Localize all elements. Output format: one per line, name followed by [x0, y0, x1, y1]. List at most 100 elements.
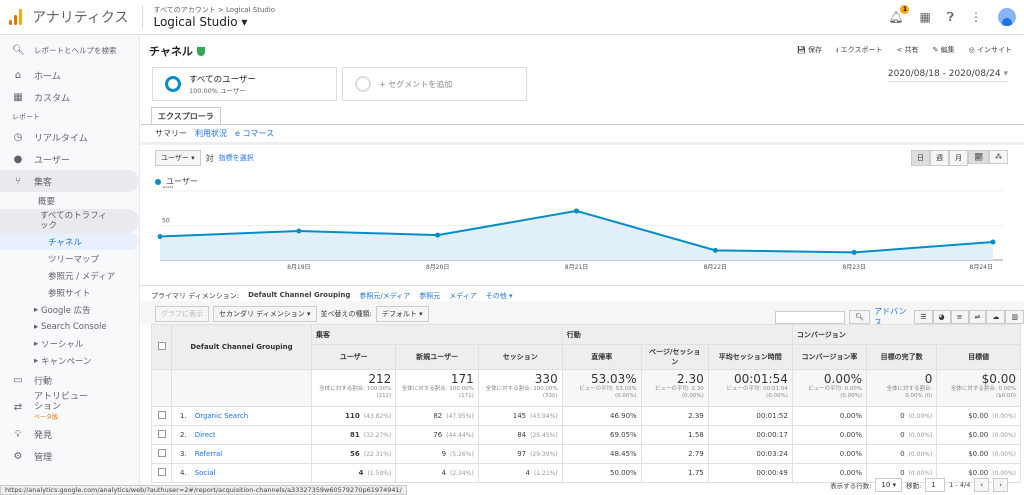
channel-link[interactable]: Direct: [195, 431, 216, 439]
pie-view-icon[interactable]: ◕: [932, 310, 951, 324]
column-header[interactable]: コンバージョン率: [791, 344, 868, 370]
sidebar-overview[interactable]: 概要: [0, 192, 139, 209]
goto-input[interactable]: 1: [925, 478, 946, 492]
sidebar-treemap[interactable]: ツリーマップ: [0, 250, 139, 267]
channel-link[interactable]: Social: [195, 469, 216, 477]
sidebar-item-behavior[interactable]: ▭ 行動: [0, 369, 139, 391]
table-search-input[interactable]: [775, 310, 846, 324]
column-header[interactable]: ユーザー: [310, 344, 397, 370]
sidebar-search-console[interactable]: ▸ Search Console: [0, 318, 139, 335]
sidebar-search[interactable]: 🔍︎ レポートとヘルプを検索: [0, 36, 139, 64]
verified-shield-icon: [196, 46, 205, 56]
column-header[interactable]: 新規ユーザー: [395, 344, 479, 370]
performance-view-icon[interactable]: ≡: [950, 310, 969, 324]
subtab-summary[interactable]: サマリー: [155, 128, 187, 139]
sidebar-item-discover[interactable]: 💡︎ 発見: [0, 423, 139, 445]
search-icon[interactable]: 🔍︎: [849, 310, 871, 324]
segment-ring-icon: [165, 76, 181, 92]
group-behavior: 行動: [561, 324, 793, 345]
select-all-checkbox[interactable]: [157, 342, 166, 350]
row-checkbox[interactable]: [157, 468, 166, 476]
sidebar-item-acquisition[interactable]: ⑂ 集客: [0, 170, 139, 192]
edit-button[interactable]: ✎ 編集: [933, 45, 955, 57]
select-all-checkbox-cell[interactable]: [151, 324, 172, 370]
dim-medium[interactable]: メディア: [449, 291, 477, 301]
pivot-view-icon[interactable]: ▥: [1005, 310, 1024, 324]
row-checkbox[interactable]: [157, 411, 166, 419]
percent: (0.00%): [992, 451, 1016, 458]
sidebar-campaigns[interactable]: ▸ キャンペーン: [0, 352, 139, 369]
percent: (43.94%): [530, 413, 558, 420]
secondary-dimension-select[interactable]: セカンダリ ディメンション ▾: [213, 306, 317, 322]
metric-select[interactable]: ユーザー ▾: [155, 150, 201, 166]
column-header[interactable]: 目標の完了数: [866, 344, 938, 370]
row-checkbox[interactable]: [157, 449, 166, 457]
data-point: [296, 228, 302, 234]
sidebar-referrals[interactable]: 参照サイト: [0, 284, 139, 301]
period-week-button[interactable]: 週: [930, 150, 949, 166]
sidebar: 🔍︎ レポートとヘルプを検索 ⌂ ホーム ▦ カスタム レポート ◷ リアルタイム ● ユ…: [0, 36, 140, 485]
column-header[interactable]: セッション: [477, 344, 563, 370]
notifications-button[interactable]: 🔔︎ 1: [888, 5, 910, 24]
help-icon[interactable]: ❓︎: [947, 10, 954, 25]
sidebar-item-attribution[interactable]: ⇄ アトリビューション ベータ版: [0, 391, 139, 423]
next-page-button[interactable]: ›: [993, 478, 1008, 492]
add-segment-button[interactable]: + セグメントを追加: [342, 67, 527, 101]
column-header[interactable]: 直帰率: [561, 344, 642, 370]
line-chart-button[interactable]: 📈︎: [968, 150, 989, 164]
period-day-button[interactable]: 日: [911, 150, 930, 166]
select-metric-link[interactable]: 指標を選択: [219, 153, 254, 163]
avatar[interactable]: [998, 8, 1016, 26]
share-button[interactable]: < 共有: [896, 45, 918, 57]
account-selector[interactable]: すべてのアカウント > Logical Studio Logical Studi…: [142, 5, 275, 29]
sidebar-social[interactable]: ▸ ソーシャル: [0, 335, 139, 352]
term-cloud-icon[interactable]: ☁: [986, 310, 1006, 324]
motion-chart-button[interactable]: ⁂: [989, 150, 1008, 164]
row-checkbox[interactable]: [157, 430, 166, 438]
sidebar-google-ads[interactable]: ▸ Google 広告: [0, 301, 139, 318]
sidebar-item-custom[interactable]: ▦ カスタム: [0, 86, 139, 108]
sidebar-channels[interactable]: チャネル: [0, 233, 139, 250]
tab-explorer[interactable]: エクスプローラ: [151, 107, 221, 124]
sidebar-source-medium[interactable]: 参照元 / メディア: [0, 267, 139, 284]
percent: (44.44%): [446, 432, 474, 439]
column-header[interactable]: ページ/セッション: [640, 344, 709, 370]
insights-button[interactable]: ◎ インサイト: [969, 45, 1012, 57]
subtab-usage[interactable]: 利用状況: [195, 128, 227, 139]
segment-name: すべてのユーザー: [189, 75, 256, 85]
dim-default-channel-grouping[interactable]: Default Channel Grouping: [248, 291, 350, 301]
channel-link[interactable]: Referral: [195, 450, 223, 458]
column-header[interactable]: 平均セッション時間: [707, 344, 793, 370]
label: リアルタイム: [34, 133, 88, 144]
cell: 46.90%: [561, 406, 642, 426]
more-vert-icon[interactable]: ⋮: [970, 10, 982, 24]
comparison-view-icon[interactable]: ⇌: [968, 310, 987, 324]
dim-source-medium[interactable]: 参照元/メディア: [359, 291, 410, 301]
segment-all-users[interactable]: すべてのユーザー 100.00% ユーザー: [152, 67, 337, 101]
channel-link[interactable]: Organic Search: [195, 412, 249, 420]
search-placeholder: レポートとヘルプを検索: [34, 45, 117, 55]
rows-select[interactable]: 10 ▾: [875, 478, 903, 492]
column-header[interactable]: 目標値: [936, 344, 1021, 370]
apps-icon[interactable]: ▦: [919, 10, 930, 24]
export-button[interactable]: ⭳ エクスポート: [836, 45, 882, 57]
table-view-icon[interactable]: ☰: [914, 310, 933, 324]
save-button[interactable]: 💾︎ 保存: [797, 45, 822, 57]
sidebar-item-home[interactable]: ⌂ ホーム: [0, 64, 139, 86]
dim-source[interactable]: 参照元: [419, 291, 440, 301]
date-range-picker[interactable]: 2020/08/18 - 2020/08/24 ▾: [887, 69, 1008, 82]
sidebar-item-audience[interactable]: ● ユーザー: [0, 148, 139, 170]
sidebar-item-admin[interactable]: ⚙ 管理: [0, 445, 139, 467]
value: 00:03:24: [756, 450, 788, 458]
cell: 50.00%: [561, 463, 642, 483]
dimension-header[interactable]: Default Channel Grouping: [171, 324, 312, 370]
plot-rows-button[interactable]: グラフに表示: [155, 306, 209, 322]
period-month-button[interactable]: 月: [949, 150, 968, 166]
prev-page-button[interactable]: ‹: [974, 478, 990, 492]
sort-type-select[interactable]: デフォルト ▾: [375, 306, 429, 322]
sidebar-item-realtime[interactable]: ◷ リアルタイム: [0, 126, 139, 148]
percent: (0.00%): [992, 432, 1016, 439]
dim-other[interactable]: その他 ▾: [486, 291, 513, 301]
sidebar-all-traffic[interactable]: すべてのトラフィック: [0, 209, 139, 233]
subtab-ecommerce[interactable]: e コマース: [235, 128, 274, 139]
